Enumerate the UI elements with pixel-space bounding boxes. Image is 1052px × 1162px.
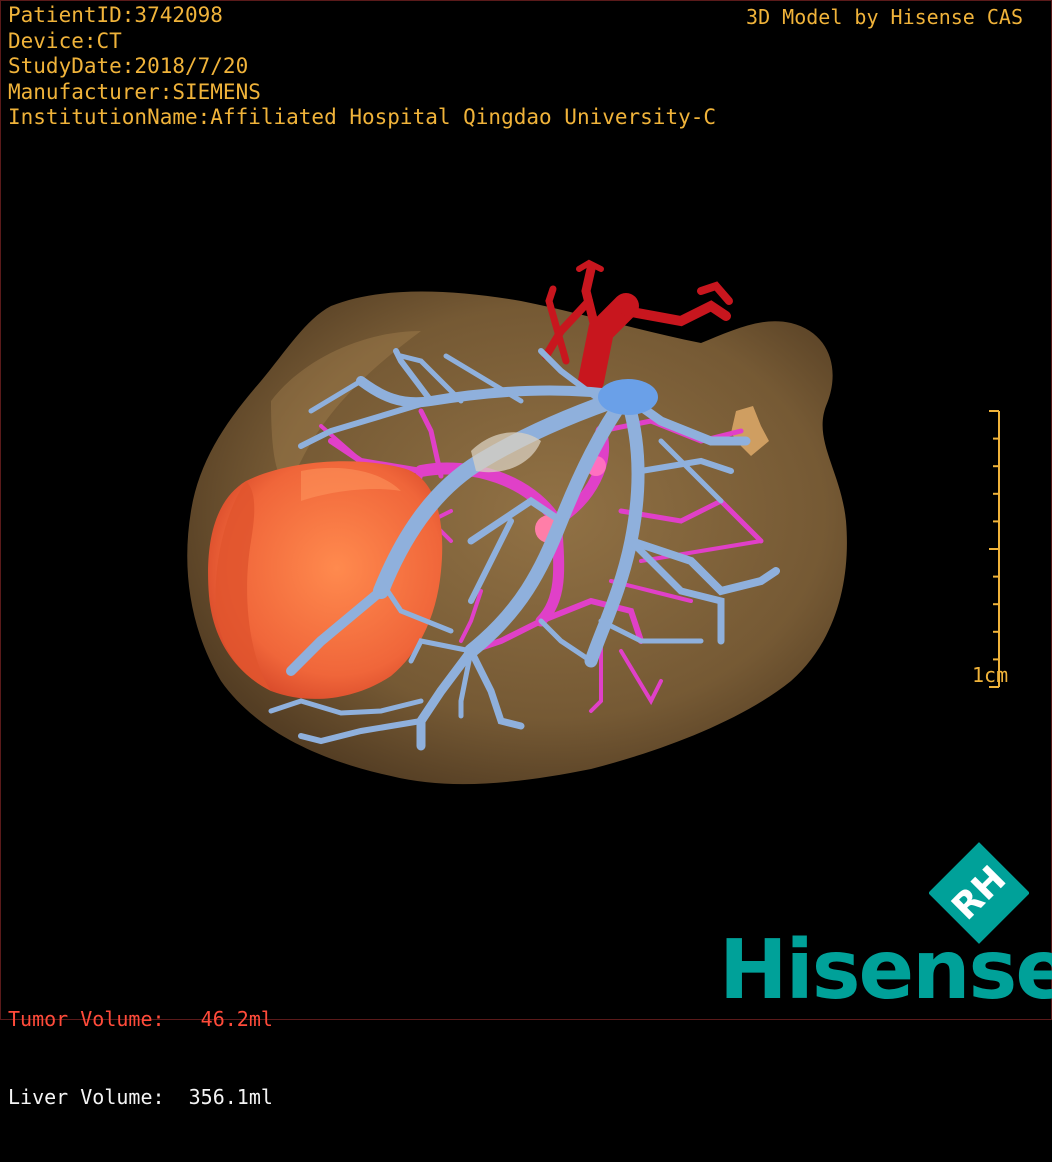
scale-bar bbox=[989, 410, 1000, 688]
liver-3d-model[interactable] bbox=[1, 1, 1052, 1021]
tumor-volume: Tumor Volume: 46.2ml bbox=[8, 1007, 273, 1031]
patient-id: PatientID:3742098 bbox=[8, 3, 223, 27]
model-credit: 3D Model by Hisense CAS bbox=[746, 5, 1023, 29]
study-info-overlay: PatientID:3742098 Device:CT StudyDate:20… bbox=[8, 3, 716, 131]
manufacturer: Manufacturer:SIEMENS bbox=[8, 79, 261, 104]
vena-cava-junction bbox=[598, 379, 658, 415]
study-date: StudyDate:2018/7/20 bbox=[8, 54, 249, 78]
3d-viewport[interactable]: PatientID:3742098 Device:CT StudyDate:20… bbox=[0, 0, 1052, 1109]
device: Device:CT bbox=[8, 28, 122, 53]
hisense-wordmark: Hisense bbox=[719, 923, 1052, 1018]
volume-readout: Tumor Volume: 46.2ml Liver Volume: 356.1… bbox=[8, 954, 273, 1162]
liver-volume: Liver Volume: 356.1ml bbox=[8, 1085, 273, 1109]
scale-bar-label: 1cm bbox=[972, 663, 1009, 687]
institution-name: InstitutionName:Affiliated Hospital Qing… bbox=[8, 105, 717, 129]
